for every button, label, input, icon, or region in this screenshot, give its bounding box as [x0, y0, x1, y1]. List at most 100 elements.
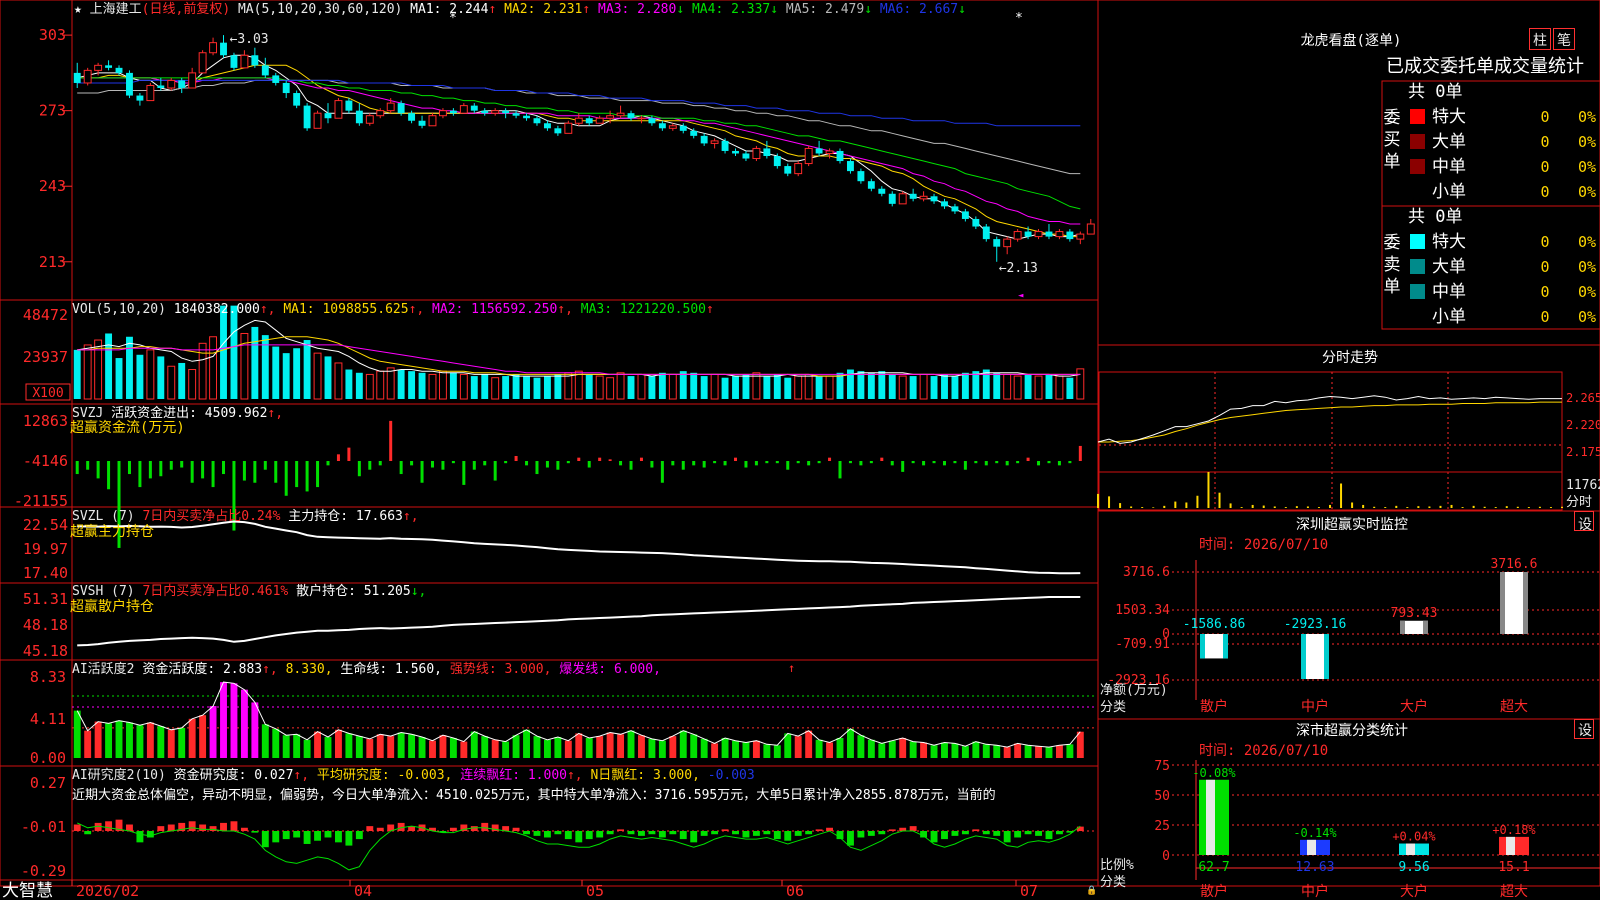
svsh-tick-label: 48.18 — [23, 616, 68, 634]
research-bar — [345, 831, 353, 846]
activity-bar — [961, 746, 969, 758]
fund-flow-bar — [817, 461, 821, 464]
research-bar — [638, 831, 645, 836]
candle — [836, 150, 844, 162]
research-bar — [167, 824, 175, 831]
order-type-label: 小单 — [1432, 182, 1466, 202]
research-bar — [941, 831, 948, 840]
candle — [1024, 231, 1032, 237]
activity-bar — [481, 736, 489, 758]
volume-bar — [1066, 377, 1074, 399]
activity-bar — [669, 736, 677, 758]
volume-bar — [732, 376, 739, 399]
fund-flow-bar — [504, 461, 508, 464]
candle — [251, 55, 259, 66]
volume-bar — [220, 305, 227, 399]
volume-tick-label: 23937 — [23, 348, 68, 366]
lock-icon: 🔒 — [1086, 885, 1097, 896]
research-bar — [690, 831, 698, 843]
candle — [303, 105, 311, 129]
activity-bar — [355, 736, 363, 758]
order-swatch — [1410, 234, 1425, 249]
fund-flow-bar — [890, 461, 894, 466]
classify-settings-button[interactable] — [1574, 719, 1594, 739]
candle — [230, 55, 238, 68]
research-bar — [240, 827, 248, 831]
activity-bar — [1035, 746, 1042, 758]
research-bar — [554, 831, 562, 835]
volume-bar — [825, 375, 834, 400]
ma-line-2 — [77, 64, 1081, 238]
brand-label: 大智慧 — [2, 881, 53, 900]
candle — [386, 102, 395, 112]
classify-change: +0.18% — [1492, 823, 1536, 837]
order-pct: 0% — [1578, 133, 1596, 151]
intraday-volume-bar — [1494, 507, 1497, 508]
fund-flow-bar — [807, 461, 811, 466]
activity-bar — [126, 722, 133, 758]
volume-bar — [836, 372, 844, 399]
svzj-tick-label: -4146 — [23, 452, 68, 470]
research-bar — [805, 831, 813, 835]
fund-flow-bar — [274, 461, 278, 483]
intraday-vol-unit: 分时 — [1566, 495, 1592, 510]
bar-mode-button[interactable] — [1529, 28, 1551, 50]
order-count: 0 — [1540, 283, 1549, 301]
volume-bar — [752, 372, 761, 400]
fund-flow-bar — [681, 461, 685, 470]
activity-bar — [94, 721, 102, 758]
order-total: 共 0单 — [1408, 207, 1462, 227]
activity-bar — [909, 741, 917, 758]
fund-flow-bar — [1057, 461, 1061, 466]
fund-flow-bar — [222, 461, 226, 475]
candle — [365, 115, 374, 124]
svzj-title: SVZJ 活跃资金进出: 4509.962↑, — [72, 405, 283, 421]
intraday-volume-bar — [1251, 504, 1254, 508]
tick-mode-button[interactable] — [1553, 28, 1575, 50]
activity-bar — [1055, 745, 1063, 758]
fund-flow-bar — [765, 461, 769, 464]
intraday-volume-bar — [1439, 505, 1442, 508]
order-side-label: 委 — [1384, 108, 1401, 128]
monitor-settings-button[interactable] — [1574, 511, 1594, 531]
intraday-volume-bar — [1351, 502, 1354, 508]
activity-bar — [449, 737, 457, 758]
research-bar — [1055, 831, 1063, 835]
activity-bar — [543, 739, 551, 758]
order-type-label: 中单 — [1432, 157, 1466, 177]
activity-bar — [721, 737, 729, 758]
classify-value: 15.1 — [1498, 860, 1529, 875]
candle — [293, 93, 301, 106]
research-bar — [543, 831, 551, 838]
research-bar — [73, 824, 81, 831]
fund-flow-bar — [525, 461, 529, 466]
candle — [408, 113, 416, 121]
activity-bar — [157, 726, 165, 758]
fund-flow-bar — [201, 461, 205, 479]
volume-bar — [993, 372, 1001, 399]
ma-line-3 — [77, 77, 1081, 225]
activity-bar — [523, 729, 530, 758]
intraday-volume-bar — [1461, 507, 1464, 508]
volume-bar — [115, 358, 123, 399]
classify-tick-label: 50 — [1154, 789, 1170, 804]
fund-flow-bar — [796, 461, 800, 464]
chart-canvas: 303 273 243 213 ←3.03 ←2.13 ◄ ★ 上海建工(日线,前复权) MA… — [0, 0, 1600, 900]
volume-bar — [502, 376, 510, 399]
candle — [1055, 231, 1064, 238]
volume-bar — [930, 376, 938, 399]
candle — [1003, 238, 1012, 248]
research-bar — [648, 831, 656, 835]
volume-bar — [763, 376, 771, 399]
intraday-volume-bar — [1240, 507, 1243, 508]
ai2-tick-label: -0.29 — [21, 862, 66, 880]
research-bar — [1045, 831, 1053, 840]
candle — [888, 193, 896, 204]
order-swatch — [1410, 109, 1425, 124]
volume-bar — [324, 356, 332, 399]
fund-flow-bar — [483, 461, 487, 466]
fund-flow-bar — [242, 461, 246, 481]
candle — [700, 135, 708, 144]
volume-bar — [438, 370, 447, 400]
activity-bar — [638, 735, 645, 758]
